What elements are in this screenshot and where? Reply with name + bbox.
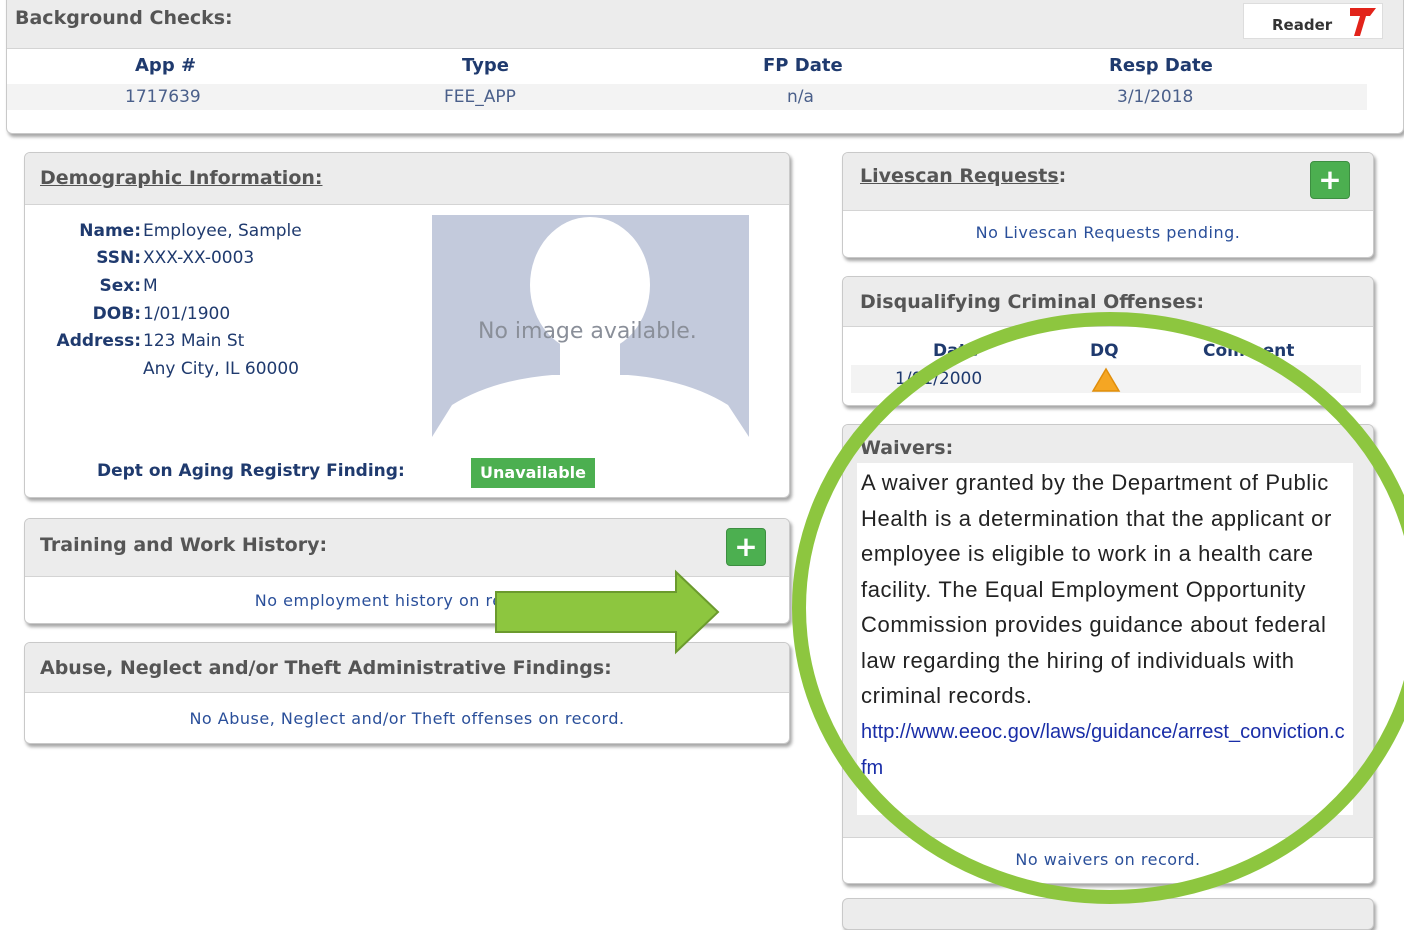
disqualifying-header: Disqualifying Criminal Offenses: <box>843 277 1373 327</box>
background-checks-header: Background Checks: Reader <box>7 0 1403 49</box>
reader-label: Reader <box>1272 16 1333 34</box>
name-value: Employee, Sample <box>143 221 302 241</box>
abuse-header: Abuse, Neglect and/or Theft Administrati… <box>25 643 789 693</box>
table-row[interactable]: 1/01/2000 <box>851 365 1361 393</box>
cell-fp-date: n/a <box>787 87 814 107</box>
photo-placeholder: No image available. <box>432 215 749 437</box>
warning-icon <box>1091 367 1121 392</box>
background-checks-table: App # Type FP Date Resp Date 1717639 FEE… <box>7 49 1403 131</box>
waivers-header: Waivers: A waiver granted by the Departm… <box>843 425 1373 838</box>
cell-app-number: 1717639 <box>125 87 201 107</box>
col-fp-date: FP Date <box>763 55 843 76</box>
eeoc-link[interactable]: http://www.eeoc.gov/laws/guidance/arrest… <box>861 714 1347 786</box>
cell-resp-date: 3/1/2018 <box>1117 87 1194 107</box>
cell-type: FEE_APP <box>444 87 516 107</box>
sex-value: M <box>143 276 158 296</box>
dob-value: 1/01/1900 <box>143 304 231 324</box>
abuse-title: Abuse, Neglect and/or Theft Administrati… <box>40 657 612 679</box>
background-checks-title: Background Checks: <box>15 7 233 29</box>
training-title: Training and Work History: <box>40 534 328 556</box>
training-panel: Training and Work History: + No employme… <box>24 518 790 624</box>
registry-status-badge: Unavailable <box>471 458 595 488</box>
adobe-logo-icon <box>1350 8 1376 36</box>
col-date: Date <box>933 341 979 361</box>
disqualifying-title: Disqualifying Criminal Offenses: <box>860 291 1205 313</box>
table-header-row: App # Type FP Date Resp Date <box>7 55 1367 79</box>
livescan-title-suffix: : <box>1058 165 1067 187</box>
registry-label: Dept on Aging Registry Finding: <box>97 461 405 481</box>
livescan-header: Livescan Requests: + <box>843 153 1373 211</box>
demographic-header: Demographic Information: <box>25 153 789 205</box>
table-row[interactable]: 1717639 FEE_APP n/a 3/1/2018 <box>7 84 1367 110</box>
training-header: Training and Work History: + <box>25 519 789 577</box>
livescan-empty-msg: No Livescan Requests pending. <box>975 223 1241 242</box>
col-dq: DQ <box>1090 341 1119 361</box>
disqualifying-table: Date DQ Comment 1/01/2000 <box>843 327 1373 403</box>
col-type: Type <box>462 55 509 76</box>
col-comment: Comment <box>1203 341 1295 361</box>
training-empty-msg: No employment history on record. <box>254 591 546 610</box>
col-app-number: App # <box>135 55 197 76</box>
livescan-panel: Livescan Requests: + No Livescan Request… <box>842 152 1374 258</box>
waivers-title: Waivers: <box>860 437 954 459</box>
name-label: Name: <box>79 221 141 241</box>
waivers-empty-msg: No waivers on record. <box>1015 850 1201 869</box>
abuse-empty-msg: No Abuse, Neglect and/or Theft offenses … <box>189 709 625 728</box>
ssn-label: SSN: <box>96 248 141 268</box>
no-image-text: No image available. <box>478 319 697 344</box>
cell-date: 1/01/2000 <box>895 369 983 389</box>
disqualifying-panel: Disqualifying Criminal Offenses: Date DQ… <box>842 276 1374 406</box>
waivers-text: A waiver granted by the Department of Pu… <box>861 470 1332 708</box>
abuse-panel: Abuse, Neglect and/or Theft Administrati… <box>24 642 790 744</box>
address-label: Address: <box>56 331 141 351</box>
dob-label: DOB: <box>92 304 141 324</box>
add-training-button[interactable]: + <box>726 528 766 566</box>
address-line1: 123 Main St <box>143 331 245 351</box>
ssn-value: XXX-XX-0003 <box>143 248 255 268</box>
sex-label: Sex: <box>99 276 141 296</box>
waivers-panel: Waivers: A waiver granted by the Departm… <box>842 424 1374 884</box>
address-line2: Any City, IL 60000 <box>143 359 299 379</box>
add-livescan-button[interactable]: + <box>1310 161 1350 199</box>
livescan-title[interactable]: Livescan Requests <box>860 165 1059 187</box>
col-resp-date: Resp Date <box>1109 55 1213 76</box>
demographic-title: Demographic Information: <box>40 167 323 189</box>
waivers-description: A waiver granted by the Department of Pu… <box>857 463 1353 815</box>
next-panel-edge <box>842 898 1374 930</box>
demographic-panel: Demographic Information: Name: Employee,… <box>24 152 790 498</box>
background-checks-panel: Background Checks: Reader App # Type FP … <box>6 0 1404 134</box>
adobe-reader-badge[interactable]: Reader <box>1243 3 1383 39</box>
